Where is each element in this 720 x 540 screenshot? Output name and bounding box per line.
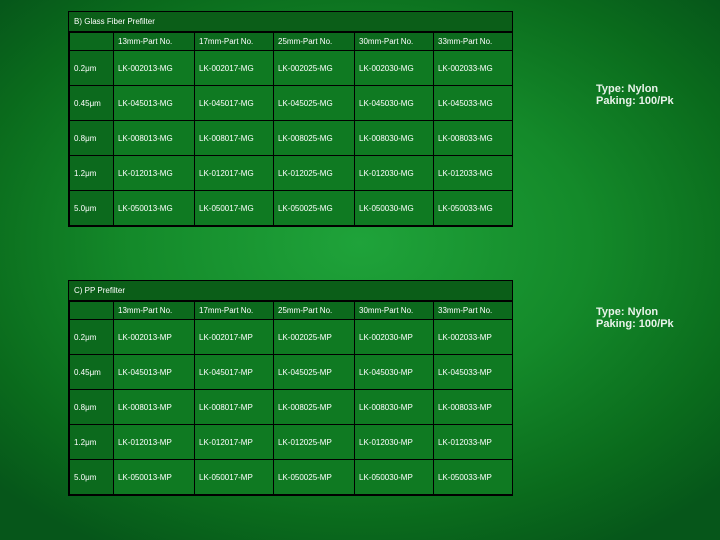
table-row: 5.0μm LK-050013-MG LK-050017-MG LK-05002… — [69, 190, 513, 226]
slide: { "colors": { "background": "#148a2a", "… — [0, 0, 720, 540]
part-number-cell: LK-050030-MP — [354, 459, 434, 495]
pore-size-cell: 5.0μm — [69, 190, 114, 226]
part-number-cell: LK-002013-MG — [113, 50, 195, 86]
pore-size-cell: 1.2μm — [69, 424, 114, 460]
part-number-cell: LK-002017-MP — [194, 319, 274, 355]
part-number-cell: LK-012017-MP — [194, 424, 274, 460]
part-number-cell: LK-008030-MG — [354, 120, 434, 156]
part-number-cell: LK-045013-MP — [113, 354, 195, 390]
glass-fiber-prefilter-section: B) Glass Fiber Prefilter 13mm-Part No. 1… — [68, 11, 513, 227]
header-cell: 17mm-Part No. — [194, 32, 274, 51]
part-number-cell: LK-045017-MG — [194, 85, 274, 121]
header-cell: 13mm-Part No. — [113, 32, 195, 51]
part-number-cell: LK-050013-MG — [113, 190, 195, 226]
section-title: B) Glass Fiber Prefilter — [69, 12, 512, 32]
part-number-cell: LK-045013-MG — [113, 85, 195, 121]
part-number-cell: LK-008017-MG — [194, 120, 274, 156]
part-number-cell: LK-008013-MG — [113, 120, 195, 156]
pore-size-cell: 5.0μm — [69, 459, 114, 495]
pore-size-cell: 0.8μm — [69, 120, 114, 156]
glass-fiber-spec-note: Type: Nylon Paking: 100/Pk — [596, 83, 706, 107]
part-number-cell: LK-008030-MP — [354, 389, 434, 425]
part-number-cell: LK-045033-MP — [433, 354, 513, 390]
part-number-cell: LK-050033-MG — [433, 190, 513, 226]
part-number-cell: LK-002025-MP — [273, 319, 355, 355]
table-header-row: 13mm-Part No. 17mm-Part No. 25mm-Part No… — [69, 301, 513, 320]
part-number-cell: LK-012030-MG — [354, 155, 434, 191]
part-number-cell: LK-045025-MG — [273, 85, 355, 121]
part-number-cell: LK-002025-MG — [273, 50, 355, 86]
part-number-cell: LK-012013-MP — [113, 424, 195, 460]
part-number-cell: LK-045030-MP — [354, 354, 434, 390]
part-number-cell: LK-045033-MG — [433, 85, 513, 121]
part-number-cell: LK-008017-MP — [194, 389, 274, 425]
part-number-cell: LK-012013-MG — [113, 155, 195, 191]
part-number-cell: LK-008025-MG — [273, 120, 355, 156]
header-cell — [69, 32, 114, 51]
pore-size-cell: 0.2μm — [69, 50, 114, 86]
pp-prefilter-section: C) PP Prefilter 13mm-Part No. 17mm-Part … — [68, 280, 513, 496]
header-cell: 33mm-Part No. — [433, 301, 513, 320]
part-number-cell: LK-012025-MG — [273, 155, 355, 191]
part-number-cell: LK-050033-MP — [433, 459, 513, 495]
part-number-table: 13mm-Part No. 17mm-Part No. 25mm-Part No… — [69, 32, 513, 226]
table-row: 5.0μm LK-050013-MP LK-050017-MP LK-05002… — [69, 459, 513, 495]
pore-size-cell: 0.2μm — [69, 319, 114, 355]
part-number-cell: LK-002033-MP — [433, 319, 513, 355]
part-number-cell: LK-050017-MP — [194, 459, 274, 495]
packing-label: Paking: 100/Pk — [596, 95, 674, 107]
part-number-cell: LK-012025-MP — [273, 424, 355, 460]
table-header-row: 13mm-Part No. 17mm-Part No. 25mm-Part No… — [69, 32, 513, 51]
packing-label: Paking: 100/Pk — [596, 318, 674, 330]
part-number-cell: LK-050013-MP — [113, 459, 195, 495]
pore-size-cell: 0.45μm — [69, 354, 114, 390]
part-number-cell: LK-050017-MG — [194, 190, 274, 226]
pore-size-cell: 0.45μm — [69, 85, 114, 121]
part-number-cell: LK-050030-MG — [354, 190, 434, 226]
table-row: 0.2μm LK-002013-MP LK-002017-MP LK-00202… — [69, 319, 513, 355]
table-row: 0.45μm LK-045013-MP LK-045017-MP LK-0450… — [69, 354, 513, 390]
part-number-cell: LK-050025-MP — [273, 459, 355, 495]
part-number-cell: LK-008025-MP — [273, 389, 355, 425]
part-number-cell: LK-012033-MG — [433, 155, 513, 191]
header-cell: 25mm-Part No. — [273, 301, 355, 320]
type-label: Type: Nylon — [596, 83, 659, 95]
part-number-cell: LK-002030-MP — [354, 319, 434, 355]
part-number-cell: LK-012033-MP — [433, 424, 513, 460]
part-number-cell: LK-045030-MG — [354, 85, 434, 121]
table-row: 1.2μm LK-012013-MG LK-012017-MG LK-01202… — [69, 155, 513, 191]
header-cell: 30mm-Part No. — [354, 32, 434, 51]
header-cell: 30mm-Part No. — [354, 301, 434, 320]
part-number-cell: LK-012030-MP — [354, 424, 434, 460]
type-label: Type: Nylon — [596, 306, 659, 318]
pp-spec-note: Type: Nylon Paking: 100/Pk — [596, 306, 706, 330]
part-number-cell: LK-012017-MG — [194, 155, 274, 191]
table-row: 0.8μm LK-008013-MP LK-008017-MP LK-00802… — [69, 389, 513, 425]
part-number-cell: LK-008033-MG — [433, 120, 513, 156]
part-number-cell: LK-002033-MG — [433, 50, 513, 86]
pore-size-cell: 1.2μm — [69, 155, 114, 191]
table-row: 0.45μm LK-045013-MG LK-045017-MG LK-0450… — [69, 85, 513, 121]
table-row: 1.2μm LK-012013-MP LK-012017-MP LK-01202… — [69, 424, 513, 460]
header-cell: 13mm-Part No. — [113, 301, 195, 320]
part-number-cell: LK-002013-MP — [113, 319, 195, 355]
pore-size-cell: 0.8μm — [69, 389, 114, 425]
header-cell: 25mm-Part No. — [273, 32, 355, 51]
part-number-cell: LK-008033-MP — [433, 389, 513, 425]
part-number-cell: LK-002017-MG — [194, 50, 274, 86]
section-title: C) PP Prefilter — [69, 281, 512, 301]
header-cell: 17mm-Part No. — [194, 301, 274, 320]
part-number-cell: LK-045017-MP — [194, 354, 274, 390]
part-number-cell: LK-008013-MP — [113, 389, 195, 425]
part-number-cell: LK-050025-MG — [273, 190, 355, 226]
table-row: 0.2μm LK-002013-MG LK-002017-MG LK-00202… — [69, 50, 513, 86]
part-number-table: 13mm-Part No. 17mm-Part No. 25mm-Part No… — [69, 301, 513, 495]
part-number-cell: LK-045025-MP — [273, 354, 355, 390]
header-cell: 33mm-Part No. — [433, 32, 513, 51]
table-row: 0.8μm LK-008013-MG LK-008017-MG LK-00802… — [69, 120, 513, 156]
part-number-cell: LK-002030-MG — [354, 50, 434, 86]
header-cell — [69, 301, 114, 320]
